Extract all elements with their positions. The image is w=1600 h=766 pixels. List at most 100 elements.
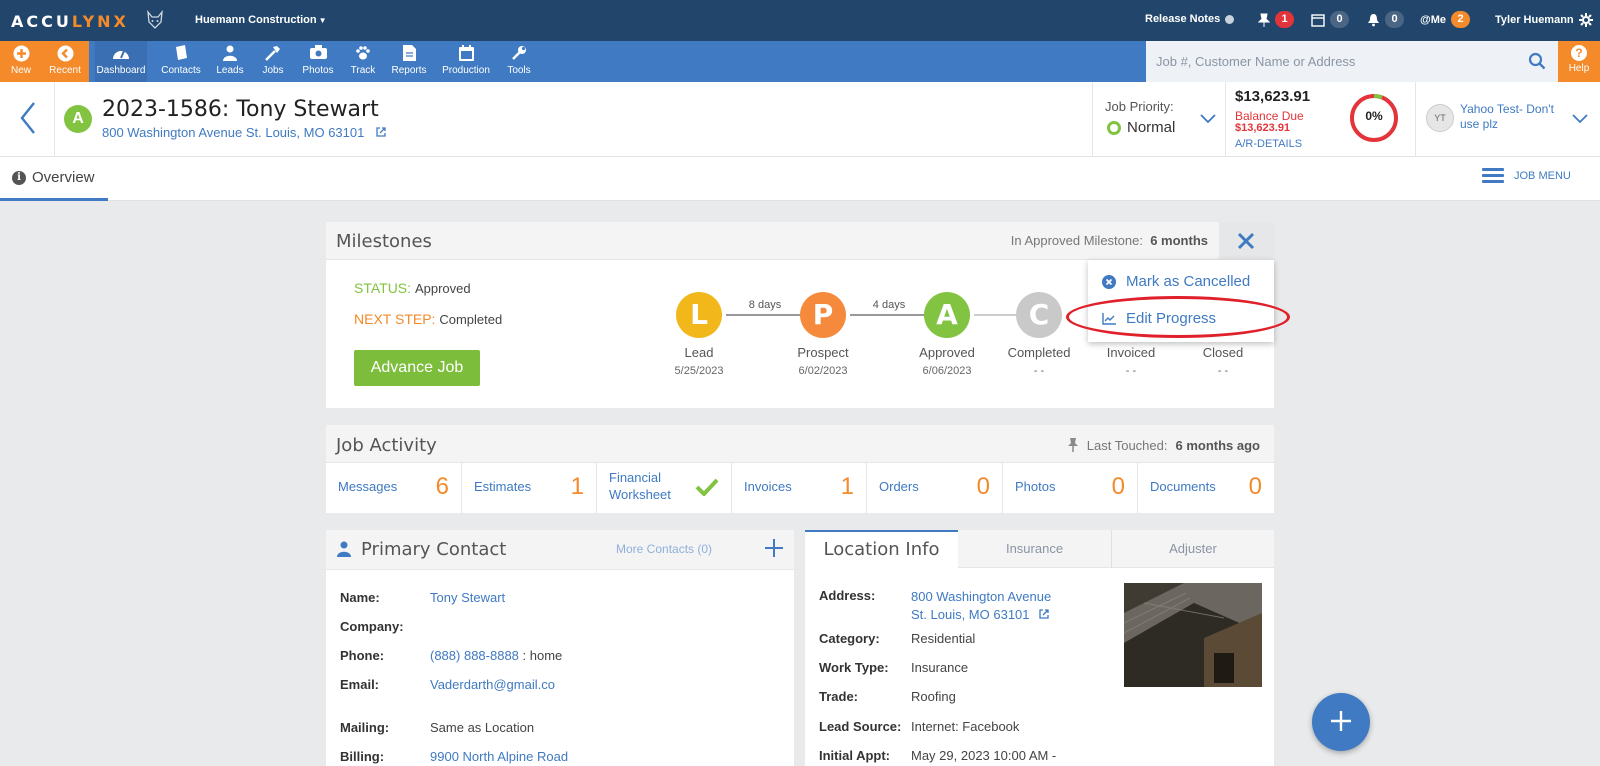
milestone-duration-label: In Approved Milestone: bbox=[1010, 233, 1143, 248]
next-step-value: Completed bbox=[439, 312, 503, 327]
tab-location-info[interactable]: Location Info bbox=[805, 530, 958, 568]
activity-invoices[interactable]: Invoices 1 bbox=[732, 463, 867, 513]
pinned-items[interactable]: 1 bbox=[1258, 11, 1294, 28]
chevron-down-icon[interactable] bbox=[1572, 114, 1588, 124]
balance-due-label: Balance Due bbox=[1235, 109, 1304, 123]
milestone-gap-days: 4 days bbox=[872, 299, 906, 311]
milestone-approved[interactable]: A bbox=[924, 292, 970, 338]
advance-job-button[interactable]: Advance Job bbox=[354, 350, 480, 386]
activity-count: 0 bbox=[976, 473, 990, 500]
activity-orders[interactable]: Orders 0 bbox=[867, 463, 1003, 513]
add-fab-button[interactable] bbox=[1312, 693, 1370, 751]
milestone-date: 6/06/2023 bbox=[922, 365, 972, 377]
pin-icon bbox=[1258, 13, 1270, 27]
tab-insurance[interactable]: Insurance bbox=[958, 530, 1112, 568]
calendar-items[interactable]: 0 bbox=[1311, 11, 1349, 28]
location-leadsource-value: Internet: Facebook bbox=[911, 719, 1020, 734]
contact-email-label: Email: bbox=[340, 677, 380, 692]
close-milestone-menu-button[interactable] bbox=[1219, 222, 1274, 260]
next-step-key: NEXT STEP: bbox=[354, 311, 436, 327]
release-notes[interactable]: Release Notes bbox=[1145, 13, 1235, 25]
contact-company-label: Company: bbox=[340, 619, 404, 634]
roof-photo-image bbox=[1124, 583, 1262, 687]
external-link-icon bbox=[1039, 609, 1049, 619]
nav-tools[interactable]: Tools bbox=[494, 45, 544, 76]
job-address-link[interactable]: 800 Washington Avenue St. Louis, MO 6310… bbox=[102, 125, 386, 140]
add-contact-icon[interactable] bbox=[764, 538, 784, 558]
tab-adjuster[interactable]: Adjuster bbox=[1112, 530, 1274, 568]
property-photo[interactable] bbox=[1124, 583, 1262, 687]
chevron-down-icon[interactable] bbox=[1200, 114, 1216, 124]
milestone-duration-value: 6 months bbox=[1150, 233, 1208, 248]
priority-status-icon bbox=[1107, 120, 1121, 135]
nav-jobs[interactable]: Jobs bbox=[248, 45, 298, 76]
activity-financial-worksheet[interactable]: Financial Worksheet bbox=[597, 463, 732, 513]
notifications[interactable]: 0 bbox=[1367, 11, 1404, 28]
ar-details-link[interactable]: A/R-DETAILS bbox=[1235, 138, 1302, 150]
mark-as-cancelled-item[interactable]: Mark as Cancelled bbox=[1102, 273, 1250, 290]
tab-overview[interactable]: i Overview bbox=[0, 157, 108, 201]
acculynx-logo[interactable]: ACCULYNX bbox=[11, 12, 129, 31]
document-icon bbox=[384, 45, 434, 65]
hamburger-icon bbox=[1482, 168, 1504, 184]
edit-progress-item[interactable]: Edit Progress bbox=[1102, 310, 1216, 327]
contact-billing-link[interactable]: 9900 North Alpine Road bbox=[430, 749, 568, 764]
me-mentions[interactable]: @Me 2 bbox=[1420, 11, 1471, 28]
nav-reports[interactable]: Reports bbox=[384, 45, 434, 76]
help-button[interactable]: ? Help bbox=[1558, 41, 1600, 82]
contact-mailing-label: Mailing: bbox=[340, 720, 390, 735]
job-amount: $13,623.91 bbox=[1235, 88, 1311, 105]
nav-production[interactable]: Production bbox=[440, 45, 492, 76]
hammer-icon bbox=[248, 45, 298, 65]
close-icon bbox=[1237, 232, 1255, 250]
activity-photos[interactable]: Photos 0 bbox=[1003, 463, 1138, 513]
nav-recent[interactable]: Recent bbox=[40, 45, 90, 76]
location-appt-value: May 29, 2023 10:00 AM - bbox=[911, 748, 1057, 763]
search-icon[interactable] bbox=[1528, 52, 1546, 70]
location-info-panel: Location Info Insurance Adjuster Address… bbox=[805, 530, 1274, 766]
more-contacts-link[interactable]: More Contacts (0) bbox=[616, 542, 712, 556]
location-trade-label: Trade: bbox=[819, 689, 859, 704]
milestone-completed[interactable]: C bbox=[1016, 292, 1062, 338]
priority-value: Normal bbox=[1127, 119, 1176, 136]
user-menu[interactable]: Tyler Huemann bbox=[1495, 13, 1593, 27]
contact-name-link[interactable]: Tony Stewart bbox=[430, 590, 505, 605]
me-count-badge: 2 bbox=[1451, 11, 1471, 28]
address-line-1: 800 Washington Avenue bbox=[911, 589, 1052, 604]
assigned-user-name[interactable]: Yahoo Test- Don't use plz bbox=[1460, 102, 1560, 132]
activity-estimates[interactable]: Estimates 1 bbox=[462, 463, 597, 513]
line-chart-icon bbox=[1102, 312, 1116, 325]
activity-documents[interactable]: Documents 0 bbox=[1138, 463, 1274, 513]
nav-track[interactable]: Track bbox=[338, 45, 388, 76]
activity-messages[interactable]: Messages 6 bbox=[326, 463, 462, 513]
milestone-lead[interactable]: L bbox=[676, 292, 722, 338]
company-switcher[interactable]: Huemann Construction ▼ bbox=[195, 14, 327, 26]
nav-contacts[interactable]: Contacts bbox=[156, 45, 206, 76]
nav-new-label: New bbox=[10, 65, 31, 76]
nav-tools-label: Tools bbox=[507, 65, 531, 76]
location-category-label: Category: bbox=[819, 631, 880, 646]
user-name: Tyler Huemann bbox=[1495, 14, 1574, 26]
contact-phone-link[interactable]: (888) 888-8888 bbox=[430, 648, 519, 663]
location-address-link[interactable]: 800 Washington Avenue St. Louis, MO 6310… bbox=[911, 588, 1051, 624]
address-line-2: St. Louis, MO 63101 bbox=[911, 607, 1030, 622]
divider bbox=[54, 82, 55, 157]
logo-text-lynx: LYNX bbox=[71, 12, 129, 31]
job-menu-button[interactable]: JOB MENU bbox=[1482, 168, 1571, 184]
release-notes-dot bbox=[1225, 14, 1235, 24]
contact-email-link[interactable]: Vaderdarth@gmail.co bbox=[430, 677, 555, 692]
milestone-prospect[interactable]: P bbox=[800, 292, 846, 338]
nav-photos[interactable]: Photos bbox=[293, 45, 343, 76]
nav-dashboard[interactable]: Dashboard bbox=[95, 41, 147, 82]
search-input[interactable] bbox=[1146, 41, 1506, 82]
activity-count: 1 bbox=[840, 473, 854, 500]
location-trade-value: Roofing bbox=[911, 689, 956, 704]
milestone-connector bbox=[974, 314, 1020, 316]
location-leadsource-label: Lead Source: bbox=[819, 719, 902, 734]
priority-selector[interactable]: Normal bbox=[1107, 119, 1175, 136]
milestone-actions-menu: Mark as Cancelled Edit Progress bbox=[1088, 260, 1274, 342]
activity-label: Orders bbox=[879, 479, 919, 494]
back-arrow-icon[interactable] bbox=[18, 100, 38, 136]
primary-contact-title: Primary Contact bbox=[361, 539, 507, 560]
activity-label: Invoices bbox=[744, 479, 792, 494]
